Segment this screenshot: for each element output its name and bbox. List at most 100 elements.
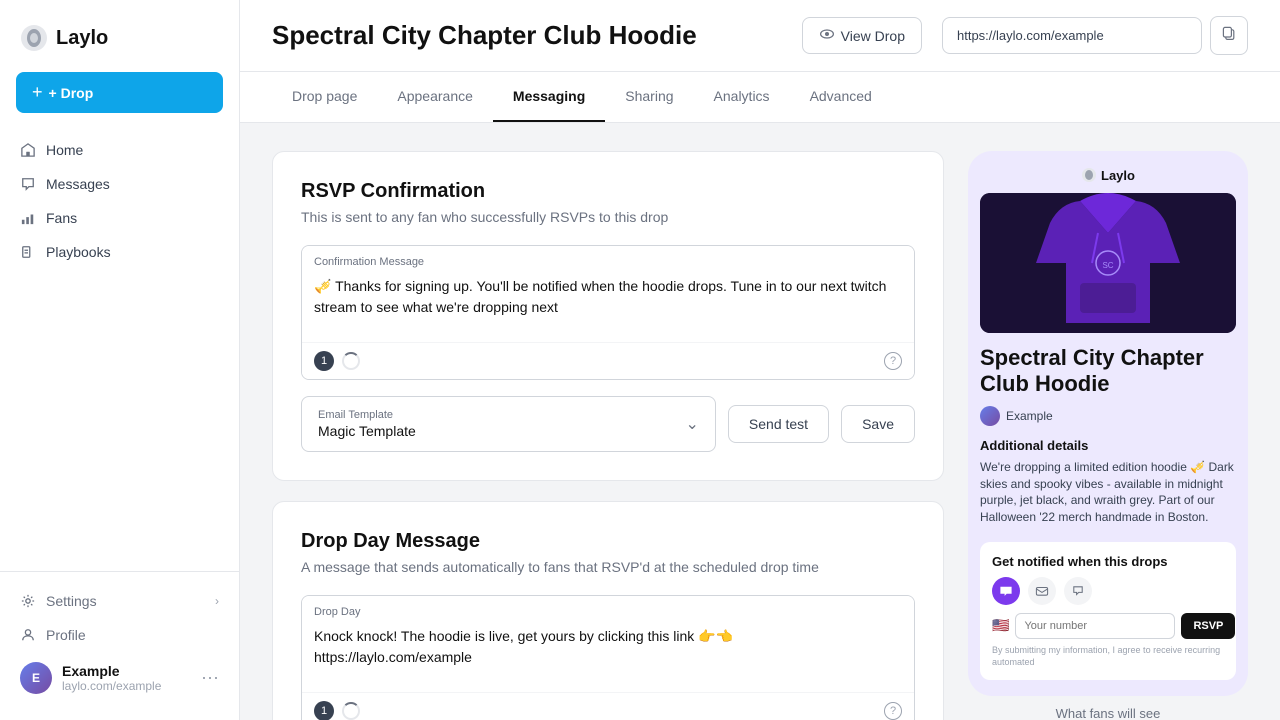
help-icon[interactable]: ? xyxy=(884,352,902,370)
home-icon xyxy=(20,142,36,158)
sidebar-item-messages[interactable]: Messages xyxy=(0,167,239,201)
user-info: Example laylo.com/example xyxy=(62,663,191,693)
rsvp-subtitle: This is sent to any fan who successfully… xyxy=(301,209,915,225)
preview-author: Example xyxy=(980,406,1236,426)
sidebar-label-settings: Settings xyxy=(46,593,97,609)
sidebar-item-fans[interactable]: Fans xyxy=(0,201,239,235)
sidebar-label-home: Home xyxy=(46,142,83,158)
url-input[interactable] xyxy=(942,17,1202,54)
rsvp-message-box: Confirmation Message 🎺 Thanks for signin… xyxy=(301,245,915,380)
sidebar-label-fans: Fans xyxy=(46,210,77,226)
tab-analytics[interactable]: Analytics xyxy=(694,72,790,122)
phone-mockup: Laylo xyxy=(968,151,1248,696)
rsvp-email-template-select[interactable]: Email Template Magic Template ⌄ xyxy=(301,396,716,452)
drop-day-message-label: Drop Day xyxy=(302,596,914,622)
template-select-inner: Email Template Magic Template xyxy=(318,409,416,439)
fans-icon xyxy=(20,210,36,226)
sidebar-bottom: Settings › Profile E Example laylo.com/e… xyxy=(0,571,239,704)
plus-icon: + xyxy=(32,82,43,103)
sidebar-label-profile: Profile xyxy=(46,627,86,643)
author-avatar-small xyxy=(980,406,1000,426)
preview-product-title: Spectral City Chapter Club Hoodie xyxy=(980,345,1236,398)
tab-drop-page[interactable]: Drop page xyxy=(272,72,377,122)
playbooks-icon xyxy=(20,244,36,260)
user-profile-item[interactable]: E Example laylo.com/example ⋯ xyxy=(0,652,239,704)
rsvp-template-row: Email Template Magic Template ⌄ Send tes… xyxy=(301,396,915,452)
notify-section: Get notified when this drops 🇺� xyxy=(980,542,1236,680)
drop-day-subtitle: A message that sends automatically to fa… xyxy=(301,559,915,575)
drop-day-help-icon[interactable]: ? xyxy=(884,702,902,720)
logo-text: Laylo xyxy=(56,27,108,50)
phone-number-input[interactable] xyxy=(1015,613,1175,639)
hoodie-svg: SC xyxy=(980,193,1236,333)
what-fans-see-label: What fans will see xyxy=(968,706,1248,720)
eye-icon xyxy=(819,26,835,45)
settings-chevron-icon: › xyxy=(215,594,219,608)
more-options-icon[interactable]: ⋯ xyxy=(201,668,219,689)
tab-sharing[interactable]: Sharing xyxy=(605,72,693,122)
svg-text:SC: SC xyxy=(1102,261,1113,270)
rsvp-message-label: Confirmation Message xyxy=(302,246,914,272)
messaging-content: RSVP Confirmation This is sent to any fa… xyxy=(272,151,944,692)
template-value: Magic Template xyxy=(318,423,416,439)
preview-author-name: Example xyxy=(1006,409,1053,423)
sidebar-label-messages: Messages xyxy=(46,176,110,192)
view-drop-label: View Drop xyxy=(841,28,905,44)
preview-description: We're dropping a limited edition hoodie … xyxy=(980,459,1236,526)
rsvp-confirmation-card: RSVP Confirmation This is sent to any fa… xyxy=(272,151,944,481)
avatar: E xyxy=(20,662,52,694)
main-nav: Home Messages Fans Playbooks xyxy=(0,133,239,269)
preview-rsvp-button[interactable]: RSVP xyxy=(1181,613,1235,639)
rsvp-title: RSVP Confirmation xyxy=(301,180,915,203)
chevron-down-icon: ⌄ xyxy=(686,414,699,434)
preview-logo: Laylo xyxy=(1081,167,1135,183)
laylo-logo-icon xyxy=(20,24,48,52)
settings-icon xyxy=(20,593,36,609)
tab-bar: Drop page Appearance Messaging Sharing A… xyxy=(240,72,1280,123)
content-area: RSVP Confirmation This is sent to any fa… xyxy=(240,123,1280,720)
sms-icon xyxy=(992,577,1020,605)
drop-day-message-footer: 1 ? xyxy=(302,692,914,720)
notify-title: Get notified when this drops xyxy=(992,554,1224,569)
rsvp-message-text[interactable]: 🎺 Thanks for signing up. You'll be notif… xyxy=(302,272,914,342)
rsvp-save-button[interactable]: Save xyxy=(841,405,915,443)
drop-day-card: Drop Day Message A message that sends au… xyxy=(272,501,944,720)
preview-panel: Laylo xyxy=(968,151,1248,692)
tab-advanced[interactable]: Advanced xyxy=(790,72,892,122)
drop-button-label: + Drop xyxy=(49,85,94,101)
messages-icon xyxy=(20,176,36,192)
preview-fine-print: By submitting my information, I agree to… xyxy=(992,645,1224,668)
sidebar-item-home[interactable]: Home xyxy=(0,133,239,167)
phone-input-row: 🇺🇸 RSVP xyxy=(992,613,1224,639)
drop-button[interactable]: + + Drop xyxy=(16,72,223,113)
user-name: Example xyxy=(62,663,191,679)
rsvp-footer-left: 1 xyxy=(314,351,360,371)
copy-url-button[interactable] xyxy=(1210,16,1248,55)
drop-day-loading xyxy=(342,702,360,720)
message-count-badge: 1 xyxy=(314,351,334,371)
drop-day-message-box: Drop Day Knock knock! The hoodie is live… xyxy=(301,595,915,720)
sidebar-label-playbooks: Playbooks xyxy=(46,244,111,260)
drop-day-message-text[interactable]: Knock knock! The hoodie is live, get you… xyxy=(302,622,914,692)
drop-day-footer-left: 1 xyxy=(314,701,360,720)
chat-icon xyxy=(1064,577,1092,605)
sidebar: Laylo + + Drop Home Messages Fans xyxy=(0,0,240,720)
sidebar-item-profile[interactable]: Profile xyxy=(0,618,239,652)
logo-area: Laylo xyxy=(0,16,239,72)
product-image: SC xyxy=(980,193,1236,333)
phone-header: Laylo xyxy=(980,167,1236,183)
rsvp-message-footer: 1 ? xyxy=(302,342,914,379)
rsvp-send-test-button[interactable]: Send test xyxy=(728,405,829,443)
us-flag: 🇺🇸 xyxy=(992,617,1009,634)
page-title: Spectral City Chapter Club Hoodie xyxy=(272,20,782,51)
main-content: Spectral City Chapter Club Hoodie View D… xyxy=(240,0,1280,720)
sidebar-item-settings[interactable]: Settings › xyxy=(0,584,239,618)
drop-day-title: Drop Day Message xyxy=(301,530,915,553)
sidebar-item-playbooks[interactable]: Playbooks xyxy=(0,235,239,269)
loading-indicator xyxy=(342,352,360,370)
tab-messaging[interactable]: Messaging xyxy=(493,72,605,122)
additional-details-label: Additional details xyxy=(980,438,1236,453)
tab-appearance[interactable]: Appearance xyxy=(377,72,493,122)
notify-icons xyxy=(992,577,1224,605)
view-drop-button[interactable]: View Drop xyxy=(802,17,922,54)
